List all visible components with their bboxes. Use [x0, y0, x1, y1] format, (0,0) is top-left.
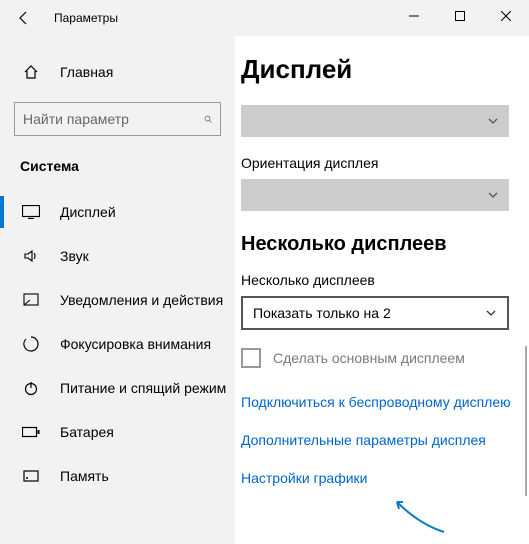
- sidebar-category: Система: [0, 150, 235, 190]
- multi-displays-select[interactable]: Показать только на 2: [241, 296, 509, 330]
- main-pane: Дисплей Ориентация дисплея Несколько дис…: [235, 36, 529, 544]
- make-main-checkbox[interactable]: [241, 348, 261, 368]
- close-button[interactable]: [483, 0, 529, 32]
- sidebar-item-display[interactable]: Дисплей: [0, 190, 235, 234]
- sound-icon: [20, 248, 42, 264]
- sidebar-home[interactable]: Главная: [0, 50, 235, 94]
- page-title: Дисплей: [241, 54, 519, 85]
- orientation-dropdown[interactable]: [241, 179, 509, 211]
- back-button[interactable]: [0, 0, 48, 36]
- search-input[interactable]: [23, 111, 204, 127]
- sidebar-item-power[interactable]: Питание и спящий режим: [0, 366, 235, 410]
- sidebar-item-label: Звук: [60, 248, 89, 264]
- resolution-dropdown[interactable]: [241, 105, 509, 137]
- close-icon: [501, 11, 511, 21]
- sidebar-item-label: Дисплей: [60, 204, 116, 220]
- sidebar-item-storage[interactable]: Память: [0, 454, 235, 498]
- link-wireless-display[interactable]: Подключиться к беспроводному дисплею: [241, 394, 519, 410]
- make-main-label: Сделать основным дисплеем: [273, 350, 465, 366]
- search-icon: [204, 111, 212, 127]
- sidebar-item-sound[interactable]: Звук: [0, 234, 235, 278]
- power-icon: [20, 380, 42, 396]
- chevron-down-icon: [487, 189, 499, 201]
- storage-icon: [20, 468, 42, 484]
- chevron-down-icon: [485, 307, 497, 319]
- sidebar-item-label: Уведомления и действия: [60, 292, 223, 308]
- window-controls: [391, 0, 529, 32]
- home-icon: [20, 64, 42, 80]
- arrow-left-icon: [16, 10, 32, 26]
- notifications-icon: [20, 292, 42, 308]
- window-title: Параметры: [54, 11, 118, 25]
- maximize-button[interactable]: [437, 0, 483, 32]
- multi-displays-value: Показать только на 2: [253, 305, 391, 321]
- focus-icon: [20, 336, 42, 352]
- sidebar-item-label: Питание и спящий режим: [60, 380, 226, 396]
- multi-displays-heading: Несколько дисплеев: [241, 233, 519, 256]
- sidebar-item-label: Память: [60, 468, 109, 484]
- chevron-down-icon: [487, 115, 499, 127]
- sidebar-item-label: Фокусировка внимания: [60, 336, 211, 352]
- annotation-arrow-icon: [389, 494, 449, 534]
- link-advanced-display[interactable]: Дополнительные параметры дисплея: [241, 432, 519, 448]
- battery-icon: [20, 426, 42, 438]
- orientation-label: Ориентация дисплея: [241, 155, 519, 171]
- minimize-button[interactable]: [391, 0, 437, 32]
- display-icon: [20, 205, 42, 219]
- search-box[interactable]: [14, 102, 221, 136]
- titlebar: Параметры: [0, 0, 529, 36]
- scrollbar[interactable]: [525, 346, 527, 496]
- maximize-icon: [455, 11, 465, 21]
- sidebar: Главная Система Дисплей Звук Уве: [0, 36, 235, 544]
- sidebar-item-battery[interactable]: Батарея: [0, 410, 235, 454]
- sidebar-item-label: Батарея: [60, 424, 114, 440]
- link-graphics-settings[interactable]: Настройки графики: [241, 470, 519, 486]
- sidebar-item-notifications[interactable]: Уведомления и действия: [0, 278, 235, 322]
- sidebar-home-label: Главная: [60, 64, 113, 80]
- multi-displays-label: Несколько дисплеев: [241, 272, 519, 288]
- make-main-row: Сделать основным дисплеем: [241, 348, 519, 368]
- minimize-icon: [409, 11, 419, 21]
- sidebar-item-focus[interactable]: Фокусировка внимания: [0, 322, 235, 366]
